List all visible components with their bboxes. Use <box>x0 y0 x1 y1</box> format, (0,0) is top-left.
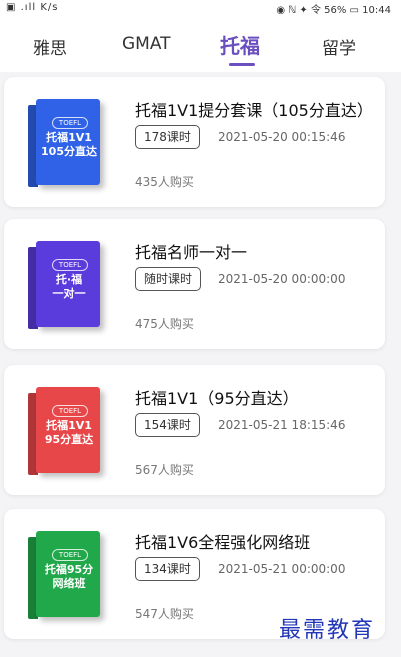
status-right: ◉ ℕ ✦ 令 56% ▭ 10:44 <box>276 5 391 16</box>
course-card[interactable]: TOEFL 托福1V1 95分直达 托福1V1（95分直达） 154课时 202… <box>4 365 385 495</box>
course-date: 2021-05-21 00:00:00 <box>218 562 346 576</box>
cover-front: TOEFL 托福95分 网络班 <box>36 531 100 617</box>
course-buyers: 547人购买 <box>135 607 194 621</box>
watermark-text: 最需教育 <box>279 618 376 643</box>
course-title: 托福1V6全程强化网络班 <box>135 533 311 552</box>
cover-title: 托福1V1 105分直达 <box>41 131 97 158</box>
tab-study-abroad[interactable]: 留学 <box>322 34 356 59</box>
course-date: 2021-05-21 18:15:46 <box>218 418 346 432</box>
cover-front: TOEFL 托福1V1 105分直达 <box>36 99 100 185</box>
course-date: 2021-05-20 00:15:46 <box>218 130 346 144</box>
active-tab-indicator <box>229 63 255 66</box>
course-buyers: 567人购买 <box>135 463 194 477</box>
course-buyers: 435人购买 <box>135 175 194 189</box>
course-title: 托福1V1提分套课（105分直达） <box>135 101 373 120</box>
cover-badge: TOEFL <box>52 117 88 129</box>
status-bar: ▣ .ıll K/s ◉ ℕ ✦ 令 56% ▭ 10:44 <box>0 0 401 16</box>
course-hours-badge: 154课时 <box>135 413 200 437</box>
cover-front: TOEFL 托·福 一对一 <box>36 241 100 327</box>
course-hours-badge: 178课时 <box>135 125 200 149</box>
course-hours-badge: 随时课时 <box>135 267 202 291</box>
tab-ielts[interactable]: 雅思 <box>33 34 67 59</box>
course-cover-image: TOEFL 托·福 一对一 <box>28 237 108 335</box>
cover-badge: TOEFL <box>52 259 88 271</box>
category-tabs: 雅思 GMAT 托福 留学 <box>0 16 401 72</box>
course-hours-badge: 134课时 <box>135 557 200 581</box>
cover-title: 托福95分 网络班 <box>44 563 94 590</box>
status-left: ▣ .ıll K/s <box>6 2 59 13</box>
course-cover-image: TOEFL 托福1V1 95分直达 <box>28 383 108 481</box>
cover-title: 托福1V1 95分直达 <box>44 419 94 446</box>
cover-badge: TOEFL <box>52 549 88 561</box>
course-title: 托福名师一对一 <box>135 243 248 262</box>
course-date: 2021-05-20 00:00:00 <box>218 272 346 286</box>
course-title: 托福1V1（95分直达） <box>135 389 299 408</box>
course-card[interactable]: TOEFL 托福1V1 105分直达 托福1V1提分套课（105分直达） 178… <box>4 77 385 207</box>
cover-title: 托·福 一对一 <box>52 273 86 300</box>
course-buyers: 475人购买 <box>135 317 194 331</box>
cover-badge: TOEFL <box>52 405 88 417</box>
course-cover-image: TOEFL 托福1V1 105分直达 <box>28 95 108 193</box>
tab-toefl[interactable]: 托福 <box>220 30 260 59</box>
tab-gmat[interactable]: GMAT <box>122 34 171 54</box>
course-card[interactable]: TOEFL 托·福 一对一 托福名师一对一 随时课时 2021-05-20 00… <box>4 219 385 349</box>
course-cover-image: TOEFL 托福95分 网络班 <box>28 527 108 625</box>
cover-front: TOEFL 托福1V1 95分直达 <box>36 387 100 473</box>
